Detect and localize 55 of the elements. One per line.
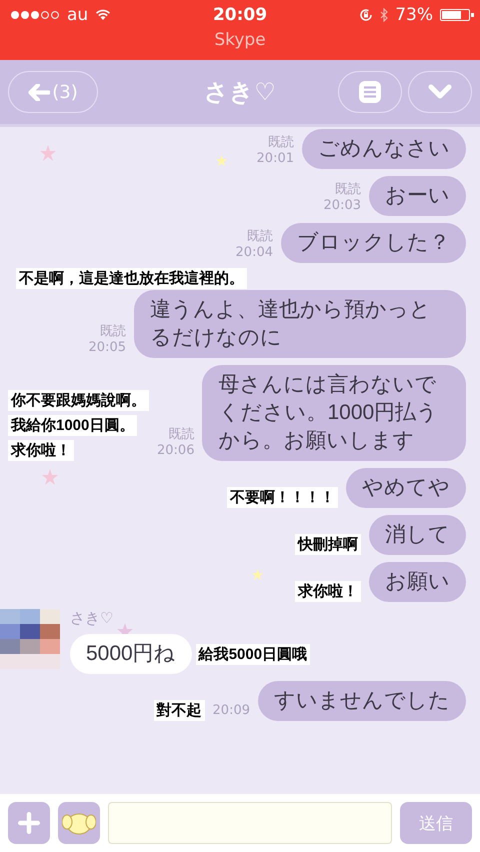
message-time: 20:05	[88, 340, 126, 356]
back-button[interactable]: (3)	[8, 71, 98, 113]
sent-message-bubble: おーい	[369, 176, 466, 216]
star-icon	[216, 155, 228, 166]
arrow-left-icon	[28, 84, 50, 100]
read-receipt: 既読	[268, 135, 294, 151]
carrier-name: au	[67, 5, 88, 25]
translation-caption: 求你啦！	[8, 440, 74, 461]
sent-message-bubble: 消して	[369, 515, 466, 555]
read-receipt: 既読	[100, 324, 126, 340]
message-time: 20:04	[236, 245, 273, 261]
sent-message-bubble: 違うんよ、達也から預かっとるだけなのに	[134, 290, 466, 358]
rotation-lock-icon	[359, 8, 374, 22]
translation-caption: 給我5000日圓哦	[196, 644, 310, 664]
received-message-bubble: 5000円ね	[70, 634, 192, 674]
translation-caption: 我給你1000日圓。	[8, 415, 138, 436]
read-receipt: 既読	[247, 229, 273, 245]
menu-button[interactable]	[338, 71, 402, 113]
translation-caption: 你不要跟媽媽說啊。	[8, 390, 149, 411]
chat-title: さき♡	[204, 77, 276, 108]
sticker-button[interactable]	[58, 802, 100, 844]
read-receipt: 既読	[168, 427, 194, 443]
signal-icon	[10, 10, 60, 20]
status-time: 20:09	[212, 5, 268, 25]
collapse-button[interactable]	[408, 71, 472, 113]
translation-caption: 不要啊！！！！	[227, 487, 338, 508]
message-time: 20:09	[212, 703, 250, 719]
translation-caption: 對不起	[154, 700, 205, 721]
translation-caption: 求你啦！	[295, 581, 361, 602]
battery-percent: 73%	[395, 5, 433, 25]
message-time: 20:03	[324, 198, 361, 214]
add-button[interactable]	[8, 802, 50, 844]
message-time: 20:01	[256, 151, 294, 167]
sent-message-bubble: お願い	[369, 562, 466, 602]
message-time: 20:06	[157, 443, 194, 459]
wifi-icon	[95, 9, 112, 21]
bluetooth-icon	[380, 8, 388, 22]
chevron-down-icon	[427, 84, 453, 100]
sent-message-bubble: 母さんには言わないでください。1000円払うから。お願いします	[202, 365, 466, 461]
sent-message-bubble: ブロックした？	[281, 223, 466, 263]
send-button[interactable]: 送信	[400, 802, 472, 844]
plus-icon	[18, 812, 40, 834]
sender-name: さき♡	[70, 609, 114, 628]
sent-message-bubble: やめてや	[346, 468, 466, 508]
message-input-field[interactable]	[108, 802, 392, 844]
star-icon	[252, 569, 264, 580]
menu-icon	[358, 80, 382, 104]
translation-caption: 不是啊，這是達也放在我這裡的。	[16, 268, 247, 289]
call-bar-label[interactable]: Skype	[214, 30, 266, 50]
star-icon	[40, 145, 56, 161]
sent-message-bubble: すいませんでした	[258, 681, 466, 721]
star-icon	[42, 469, 58, 485]
sent-message-bubble: ごめんなさい	[302, 129, 466, 169]
translation-caption: 快刪掉啊	[295, 534, 361, 555]
read-receipt: 既読	[335, 182, 361, 198]
